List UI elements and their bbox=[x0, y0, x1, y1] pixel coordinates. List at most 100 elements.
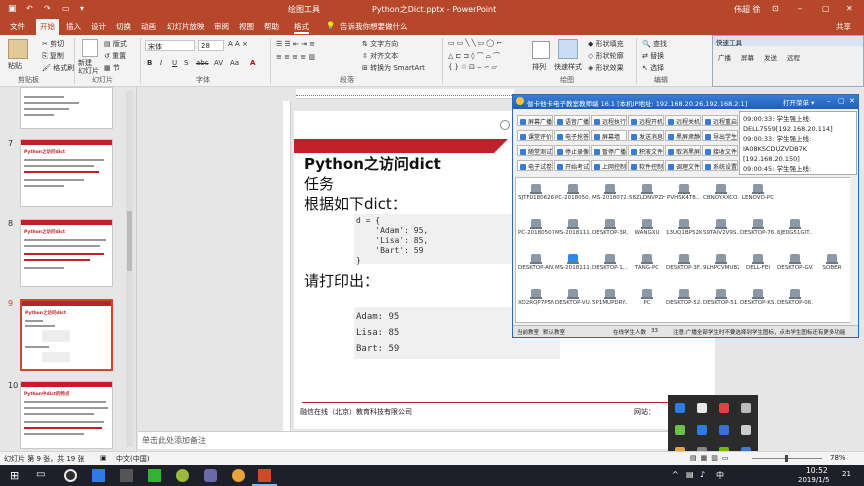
shapes-gallery[interactable]: ▭▭╲╲▭◯⌐ △⊏⊐◊⌒⌓⌒ {}☆⊡⌢∽▱ bbox=[448, 39, 508, 73]
student-computer[interactable]: DESKTOP-3F... bbox=[666, 254, 702, 271]
tab-help[interactable]: 帮助 bbox=[264, 21, 279, 32]
classroom-button[interactable]: 软件控制 bbox=[628, 160, 664, 171]
tab-file[interactable]: 文件 bbox=[10, 21, 25, 32]
student-computer[interactable]: DESKTOP-VU... bbox=[555, 289, 591, 306]
quick-tool-remote[interactable]: 远程 bbox=[787, 52, 800, 62]
font-grow-icon[interactable]: A A ⨯ bbox=[228, 40, 248, 48]
replace-button[interactable]: ⇄ 替换 bbox=[642, 51, 664, 61]
save-icon[interactable]: ▣ bbox=[8, 4, 17, 14]
ime-indicator[interactable]: 中 bbox=[716, 470, 724, 481]
text-direction-button[interactable]: ⇅ 文字方向 bbox=[362, 39, 398, 49]
strikethrough-button[interactable]: abc bbox=[196, 59, 209, 67]
slide-thumb-7[interactable]: Python之访问dict bbox=[20, 139, 113, 207]
notes-pane[interactable]: 单击此处添加备注 bbox=[138, 431, 716, 449]
open-menu-button[interactable]: 打开菜单 ▾ bbox=[783, 97, 814, 107]
tab-design[interactable]: 设计 bbox=[91, 21, 106, 32]
classroom-tray-icon[interactable] bbox=[675, 425, 685, 435]
spellcheck-icon[interactable]: ▣ bbox=[100, 454, 107, 462]
student-computer[interactable]: MS-2018111... bbox=[555, 254, 591, 271]
windows-start-icon[interactable]: ⊞ bbox=[10, 469, 19, 482]
rotation-handle-icon[interactable] bbox=[500, 120, 510, 130]
network-icon[interactable]: ▤ bbox=[686, 470, 694, 479]
font-color-button[interactable]: A bbox=[250, 59, 255, 67]
paste-icon[interactable] bbox=[8, 39, 28, 59]
user-icon[interactable] bbox=[741, 403, 751, 413]
bluetooth-icon[interactable] bbox=[719, 425, 729, 435]
redo-icon[interactable]: ↷ bbox=[44, 4, 51, 13]
classroom-button[interactable]: 接收文件记录 bbox=[702, 145, 738, 156]
smartart-button[interactable]: ⊞ 转换为 SmartArt bbox=[362, 63, 425, 73]
student-computer[interactable]: DESKTOP-52... bbox=[666, 289, 702, 306]
classroom-minimize-icon[interactable]: – bbox=[827, 97, 831, 105]
volume-icon[interactable]: ♪ bbox=[700, 470, 705, 479]
section-button[interactable]: ▦ 节 bbox=[104, 63, 120, 73]
classroom-button[interactable]: 电子抢答 bbox=[554, 130, 590, 141]
font-size-box[interactable]: 28 bbox=[198, 40, 224, 51]
student-computer[interactable]: DESKTOP-3R... bbox=[592, 219, 628, 236]
zoom-slider-thumb[interactable] bbox=[785, 455, 788, 462]
tab-animations[interactable]: 动画 bbox=[141, 21, 156, 32]
quick-styles-button[interactable]: 快速样式 bbox=[554, 62, 582, 72]
new-slide-button[interactable]: 新建 幻灯片 bbox=[78, 59, 99, 75]
classroom-button[interactable]: 远程开机 bbox=[628, 115, 664, 126]
classroom-maximize-icon[interactable]: ▢ bbox=[838, 97, 845, 105]
tab-view[interactable]: 视图 bbox=[239, 21, 254, 32]
tab-review[interactable]: 审阅 bbox=[214, 21, 229, 32]
tell-me-input[interactable]: 告诉我你想要做什么 bbox=[340, 21, 408, 32]
case-button[interactable]: Aa bbox=[230, 59, 239, 67]
classroom-button[interactable]: 远程关机 bbox=[665, 115, 701, 126]
slide-thumb-10[interactable]: Python中dict的特点 bbox=[20, 381, 113, 449]
quick-styles-icon[interactable] bbox=[558, 39, 578, 59]
student-computer[interactable]: DESKTOP-51... bbox=[703, 289, 739, 306]
student-computer[interactable]: PC-20180507... bbox=[518, 219, 554, 236]
slide-print-label[interactable]: 请打印出： bbox=[304, 270, 379, 291]
app-icon[interactable] bbox=[64, 469, 77, 482]
bullets-icon[interactable]: ☰ ☰ ⇤ ⇥ ≡ bbox=[276, 40, 315, 48]
classroom-close-icon[interactable]: ✕ bbox=[849, 97, 855, 105]
zoom-level[interactable]: 78% bbox=[830, 454, 846, 462]
minimize-icon[interactable]: – bbox=[798, 4, 802, 13]
select-button[interactable]: ↖ 选择 bbox=[642, 63, 664, 73]
student-computer[interactable]: MS-2018111... bbox=[555, 219, 591, 236]
shape-outline-button[interactable]: ◇ 形状轮廓 bbox=[588, 51, 624, 61]
classroom-button[interactable]: 电子试卷 bbox=[517, 160, 553, 171]
quick-tool-screen[interactable]: 屏幕 bbox=[741, 52, 754, 62]
new-slide-icon[interactable] bbox=[82, 39, 98, 57]
quick-tool-send[interactable]: 发送 bbox=[764, 52, 777, 62]
classroom-button[interactable]: 停止录像 bbox=[554, 145, 590, 156]
chrome-icon[interactable] bbox=[232, 469, 245, 482]
classroom-button[interactable]: 远程执行 bbox=[591, 115, 627, 126]
student-computer[interactable]: PC bbox=[629, 289, 665, 306]
wechat-icon[interactable] bbox=[148, 469, 161, 482]
student-computer[interactable]: PC-2018050... bbox=[555, 184, 591, 201]
student-computer[interactable]: 6JE0G51GIT... bbox=[777, 219, 813, 236]
copy-button[interactable]: ⎘ 复制 bbox=[42, 51, 64, 61]
app-icon[interactable] bbox=[176, 469, 189, 482]
format-painter-button[interactable]: 🖌 格式刷 bbox=[42, 63, 74, 73]
ribbon-display-icon[interactable]: ⊡ bbox=[772, 4, 779, 13]
shape-effects-button[interactable]: ◈ 形状效果 bbox=[588, 63, 624, 73]
quick-tool-broadcast[interactable]: 广播 bbox=[718, 52, 731, 62]
student-computer[interactable]: CBNOYXXCO... bbox=[703, 184, 739, 201]
student-computer[interactable]: DESKTOP-06... bbox=[777, 289, 813, 306]
student-computer[interactable]: DESKTOP-AN... bbox=[518, 254, 554, 271]
classroom-button[interactable]: 黑屏肃静 bbox=[665, 130, 701, 141]
customize-toolbar-icon[interactable]: ▾ bbox=[80, 4, 84, 13]
slide-thumb-8[interactable]: Python之访问dict bbox=[20, 219, 113, 287]
task-view-icon[interactable]: ▭ bbox=[36, 469, 45, 480]
student-grid-scrollbar[interactable] bbox=[850, 177, 857, 323]
paste-button[interactable]: 粘贴 bbox=[8, 61, 22, 71]
slide-thumb-9[interactable]: Python之访问dict bbox=[20, 299, 113, 371]
spacing-button[interactable]: AV bbox=[214, 59, 223, 67]
user-name[interactable]: 伟超 徐 bbox=[734, 4, 761, 15]
student-computer[interactable]: DESKTOP-1... bbox=[592, 254, 628, 271]
arrange-icon[interactable] bbox=[532, 41, 550, 59]
app-icon[interactable] bbox=[697, 425, 707, 435]
tab-insert[interactable]: 插入 bbox=[66, 21, 81, 32]
student-computer[interactable]: WANGXU bbox=[629, 219, 665, 236]
student-computer[interactable]: LENOVO-PC bbox=[740, 184, 776, 201]
classroom-button[interactable]: 语音广播 bbox=[554, 115, 590, 126]
language-status[interactable]: 中文(中国) bbox=[116, 454, 149, 464]
classroom-button[interactable]: 取消黑屏 bbox=[665, 145, 701, 156]
notification-badge[interactable]: 21 bbox=[842, 470, 851, 478]
